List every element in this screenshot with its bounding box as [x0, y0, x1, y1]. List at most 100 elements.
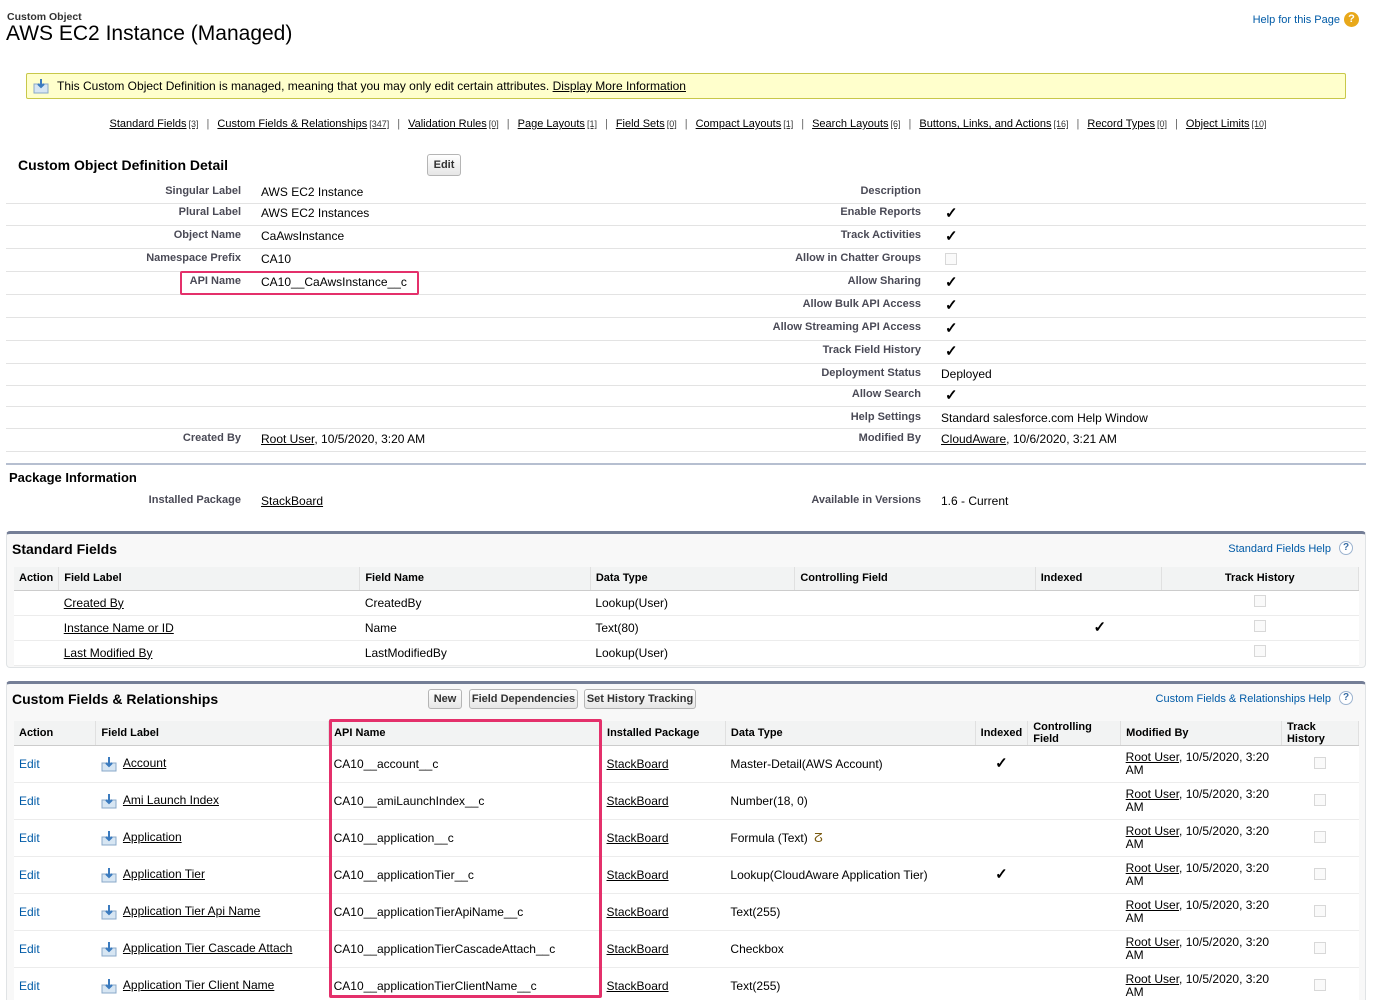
- edit-link[interactable]: Edit: [19, 868, 40, 882]
- column-header[interactable]: Track History: [1161, 567, 1360, 591]
- column-header[interactable]: Indexed: [1035, 567, 1162, 591]
- installed-package-link[interactable]: StackBoard: [261, 494, 323, 508]
- data-type-cell: Number(18, 0): [725, 782, 976, 820]
- help-icon[interactable]: ?: [1339, 689, 1353, 705]
- field-label-link[interactable]: Application Tier Client Name: [123, 978, 274, 992]
- column-header[interactable]: Indexed: [975, 721, 1029, 746]
- help-for-page-link[interactable]: Help for this Page: [1253, 14, 1340, 26]
- display-more-info-link[interactable]: Display More Information: [553, 79, 686, 93]
- related-link-label[interactable]: Field Sets: [616, 118, 665, 130]
- field-label-link[interactable]: Instance Name or ID: [64, 621, 174, 635]
- unchecked-box-icon: [1253, 595, 1266, 607]
- installed-package-link[interactable]: StackBoard: [607, 831, 669, 845]
- field-label-link[interactable]: Account: [123, 756, 166, 770]
- related-link-label[interactable]: Validation Rules: [408, 118, 487, 130]
- related-link[interactable]: Standard Fields [3]: [109, 118, 198, 130]
- column-header[interactable]: Field Label: [95, 721, 330, 746]
- modified-by-cell: Root User, 10/5/2020, 3:20 AM: [1120, 782, 1282, 820]
- modified-by-user-link[interactable]: Root User: [1126, 898, 1179, 912]
- field-label-link[interactable]: Ami Launch Index: [123, 793, 219, 807]
- related-link-label[interactable]: Record Types: [1087, 118, 1155, 130]
- related-link-label[interactable]: Object Limits: [1186, 118, 1250, 130]
- column-header[interactable]: Controlling Field: [794, 567, 1036, 591]
- help-icon[interactable]: ?: [1344, 11, 1359, 27]
- related-link[interactable]: Page Layouts [1]: [518, 118, 597, 130]
- column-header[interactable]: Data Type: [725, 721, 976, 746]
- action-cell: Edit: [14, 967, 96, 1000]
- field-label-link[interactable]: Application Tier Cascade Attach: [123, 941, 292, 955]
- column-header[interactable]: Installed Package: [601, 721, 726, 746]
- created-by-user-link[interactable]: Root User: [261, 432, 314, 446]
- checkmark-icon: ✓: [945, 343, 958, 360]
- modified-time-suffix: AM: [1125, 837, 1144, 851]
- related-link[interactable]: Compact Layouts [1]: [696, 118, 794, 130]
- data-type-cell: Checkbox: [725, 930, 976, 968]
- field-dependencies-button[interactable]: Field Dependencies: [469, 689, 578, 709]
- modified-by-user-link[interactable]: Root User: [1126, 787, 1179, 801]
- field-label-link[interactable]: Application Tier Api Name: [123, 904, 260, 918]
- table-row: Created By CreatedBy Lookup(User): [14, 590, 1359, 616]
- related-link[interactable]: Field Sets [0]: [616, 118, 677, 130]
- edit-link[interactable]: Edit: [19, 831, 40, 845]
- related-link-label[interactable]: Compact Layouts: [696, 118, 782, 130]
- column-header[interactable]: Action: [14, 721, 97, 746]
- field-name-cell: LastModifiedBy: [359, 640, 591, 666]
- custom-fields-help-link[interactable]: Custom Fields & Relationships Help: [1156, 693, 1331, 705]
- related-link-label[interactable]: Custom Fields & Relationships: [217, 118, 367, 130]
- controlling-field-cell: [794, 615, 1036, 641]
- related-link-label[interactable]: Buttons, Links, and Actions: [919, 118, 1051, 130]
- set-history-tracking-button[interactable]: Set History Tracking: [584, 689, 696, 709]
- separator: |: [1175, 118, 1178, 130]
- field-label-link[interactable]: Created By: [64, 596, 124, 610]
- standard-fields-help-link[interactable]: Standard Fields Help: [1228, 543, 1331, 555]
- detail-value: CaAwsInstance: [261, 229, 345, 243]
- installed-package-link[interactable]: StackBoard: [607, 757, 669, 771]
- column-header[interactable]: Action: [14, 567, 60, 591]
- new-field-button[interactable]: New: [428, 689, 462, 709]
- controlling-field-cell: [794, 590, 1036, 616]
- field-label-link[interactable]: Last Modified By: [64, 646, 153, 660]
- edit-button[interactable]: Edit: [427, 154, 461, 176]
- action-cell: Edit: [14, 893, 96, 931]
- installed-package-link[interactable]: StackBoard: [607, 979, 669, 993]
- modified-by-user-link[interactable]: CloudAware: [941, 432, 1006, 446]
- edit-link[interactable]: Edit: [19, 905, 40, 919]
- related-link[interactable]: Search Layouts [6]: [812, 118, 900, 130]
- installed-package-link[interactable]: StackBoard: [607, 942, 669, 956]
- detail-label: Deployment Status: [821, 367, 921, 379]
- edit-link[interactable]: Edit: [19, 757, 40, 771]
- managed-package-icon: [101, 831, 117, 846]
- related-link[interactable]: Buttons, Links, and Actions [16]: [919, 118, 1068, 130]
- related-link[interactable]: Object Limits [10]: [1186, 118, 1267, 130]
- modified-time-suffix: AM: [1125, 911, 1144, 925]
- created-by-value: Root User, 10/5/2020, 3:20 AM: [261, 432, 425, 446]
- modified-by-user-link[interactable]: Root User: [1126, 824, 1179, 838]
- installed-package-link[interactable]: StackBoard: [607, 905, 669, 919]
- related-link[interactable]: Validation Rules [0]: [408, 118, 499, 130]
- column-header[interactable]: Controlling Field: [1027, 721, 1122, 746]
- help-icon[interactable]: ?: [1339, 539, 1353, 555]
- edit-link[interactable]: Edit: [19, 979, 40, 993]
- modified-by-user-link[interactable]: Root User: [1126, 861, 1179, 875]
- edit-link[interactable]: Edit: [19, 942, 40, 956]
- column-header[interactable]: Data Type: [590, 567, 796, 591]
- related-link[interactable]: Custom Fields & Relationships [347]: [217, 118, 389, 130]
- formula-reference-icon[interactable]: ⵒ: [814, 831, 823, 845]
- column-header[interactable]: Field Label: [58, 567, 361, 591]
- related-link[interactable]: Record Types [0]: [1087, 118, 1167, 130]
- column-header[interactable]: Track History: [1281, 721, 1360, 746]
- installed-package-link[interactable]: StackBoard: [607, 794, 669, 808]
- related-link-label[interactable]: Search Layouts: [812, 118, 888, 130]
- edit-link[interactable]: Edit: [19, 794, 40, 808]
- related-link-label[interactable]: Page Layouts: [518, 118, 585, 130]
- field-label-link[interactable]: Application Tier: [123, 867, 205, 881]
- modified-by-user-link[interactable]: Root User: [1126, 750, 1179, 764]
- modified-by-cell: Root User, 10/5/2020, 3:20 AM: [1120, 930, 1282, 968]
- modified-by-user-link[interactable]: Root User: [1126, 935, 1179, 949]
- related-link-label[interactable]: Standard Fields: [109, 118, 186, 130]
- column-header[interactable]: Modified By: [1120, 721, 1282, 746]
- column-header[interactable]: Field Name: [359, 567, 591, 591]
- field-label-link[interactable]: Application: [123, 830, 182, 844]
- modified-by-user-link[interactable]: Root User: [1126, 972, 1179, 986]
- installed-package-link[interactable]: StackBoard: [607, 868, 669, 882]
